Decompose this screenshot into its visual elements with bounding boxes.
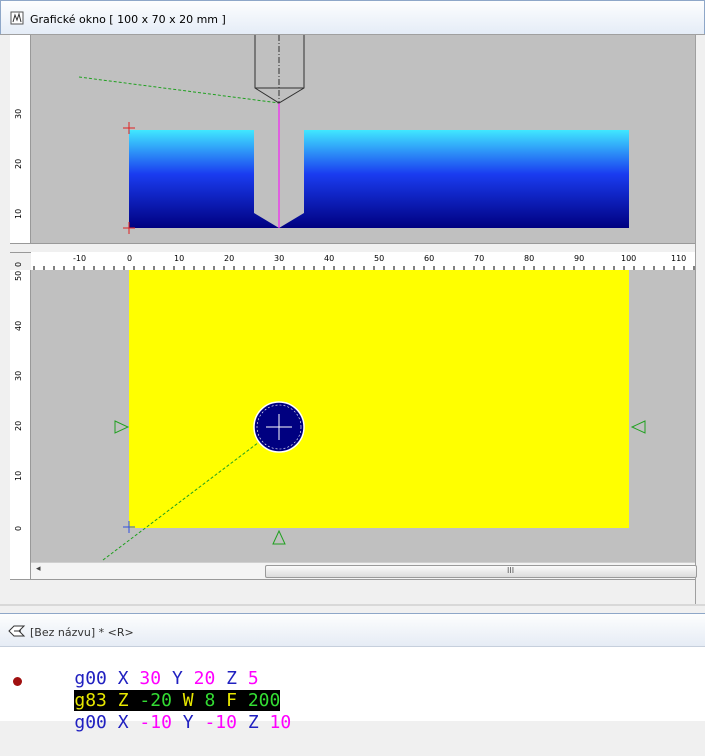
top-view-canvas[interactable] xyxy=(31,270,695,562)
frame-bottom-line xyxy=(10,579,695,580)
window-bottom-edge xyxy=(0,604,705,606)
scrollbar-thumb[interactable]: III xyxy=(265,565,697,578)
side-view-canvas[interactable] xyxy=(31,35,695,243)
ruler-label: -10 xyxy=(73,254,87,263)
code-line-1[interactable]: g00 X 30 Y 20 Z 5 xyxy=(31,646,258,689)
marker-right-arrow xyxy=(630,420,646,434)
frame-right-line xyxy=(695,34,696,604)
ruler-label: 20 xyxy=(14,158,23,169)
editor-app-icon xyxy=(8,625,26,637)
ruler-label: 50 xyxy=(14,270,23,281)
code-editor-titlebar[interactable]: [Bez názvu] * <R> xyxy=(0,613,705,647)
top-view-horizontal-ruler: -10 0 10 20 30 40 50 60 70 80 90 100 110 xyxy=(31,252,695,271)
ruler-label: 50 xyxy=(374,254,385,263)
code-line-3[interactable]: g00 X -10 Y -10 Z 10 xyxy=(31,690,291,733)
marker-left-arrow xyxy=(114,420,130,434)
ruler-label: 0 xyxy=(127,254,133,263)
gcode-value: 10 xyxy=(269,712,292,733)
ruler-label: 70 xyxy=(474,254,485,263)
gcode-value: -10 xyxy=(139,712,172,733)
ruler-label: 10 xyxy=(174,254,185,263)
graphics-window-title: Grafické okno [ 100 x 70 x 20 mm ] xyxy=(30,13,226,26)
ruler-label: 40 xyxy=(324,254,335,263)
ruler-label: 10 xyxy=(14,470,23,481)
stock-top-face xyxy=(129,270,629,528)
graphics-window: Grafické okno [ 100 x 70 x 20 mm ] 30 20… xyxy=(0,0,705,610)
side-view-vertical-ruler: 30 20 10 0 xyxy=(10,35,31,267)
ruler-label: 110 xyxy=(671,254,687,263)
ruler-label: 30 xyxy=(14,108,23,119)
ruler-label: 100 xyxy=(621,254,637,263)
code-line-2-active[interactable]: g83 Z -20 W 8 F 200 xyxy=(31,668,281,711)
top-view-drawing xyxy=(102,270,646,561)
side-view-drawing xyxy=(78,35,629,234)
horizontal-scrollbar[interactable]: ◂ III xyxy=(31,562,697,580)
stock-section xyxy=(129,130,629,228)
scroll-left-arrow-icon[interactable]: ◂ xyxy=(36,564,41,574)
gcode-address: Y xyxy=(182,712,194,733)
gcode-value: -10 xyxy=(204,712,237,733)
ruler-label: 60 xyxy=(424,254,435,263)
approach-path xyxy=(78,76,280,104)
ruler-label: 40 xyxy=(14,320,23,331)
breakpoint-marker[interactable] xyxy=(13,677,22,686)
code-editor-title: [Bez názvu] * <R> xyxy=(30,626,134,639)
window-app-icon xyxy=(10,11,24,25)
ruler-label: 10 xyxy=(14,208,23,219)
ruler-label: 90 xyxy=(574,254,585,263)
graphics-window-titlebar[interactable]: Grafické okno [ 100 x 70 x 20 mm ] xyxy=(0,0,705,35)
gcode-command: g00 xyxy=(74,712,107,733)
ruler-label: 80 xyxy=(524,254,535,263)
ruler-label: 20 xyxy=(224,254,235,263)
gcode-address: Z xyxy=(247,712,259,733)
code-editor-window: [Bez názvu] * <R> g00 X 30 Y 20 Z 5 g83 … xyxy=(0,613,705,733)
top-view-vertical-ruler: 50 40 30 20 10 0 xyxy=(10,270,31,580)
ruler-label: 30 xyxy=(274,254,285,263)
gcode-address: X xyxy=(117,712,129,733)
ruler-label: 0 xyxy=(14,261,23,267)
ruler-label: 30 xyxy=(14,370,23,381)
marker-bottom-arrow xyxy=(272,529,286,545)
ruler-label: 20 xyxy=(14,420,23,431)
scroll-grip: III xyxy=(507,566,515,575)
ruler-label: 0 xyxy=(14,525,23,531)
